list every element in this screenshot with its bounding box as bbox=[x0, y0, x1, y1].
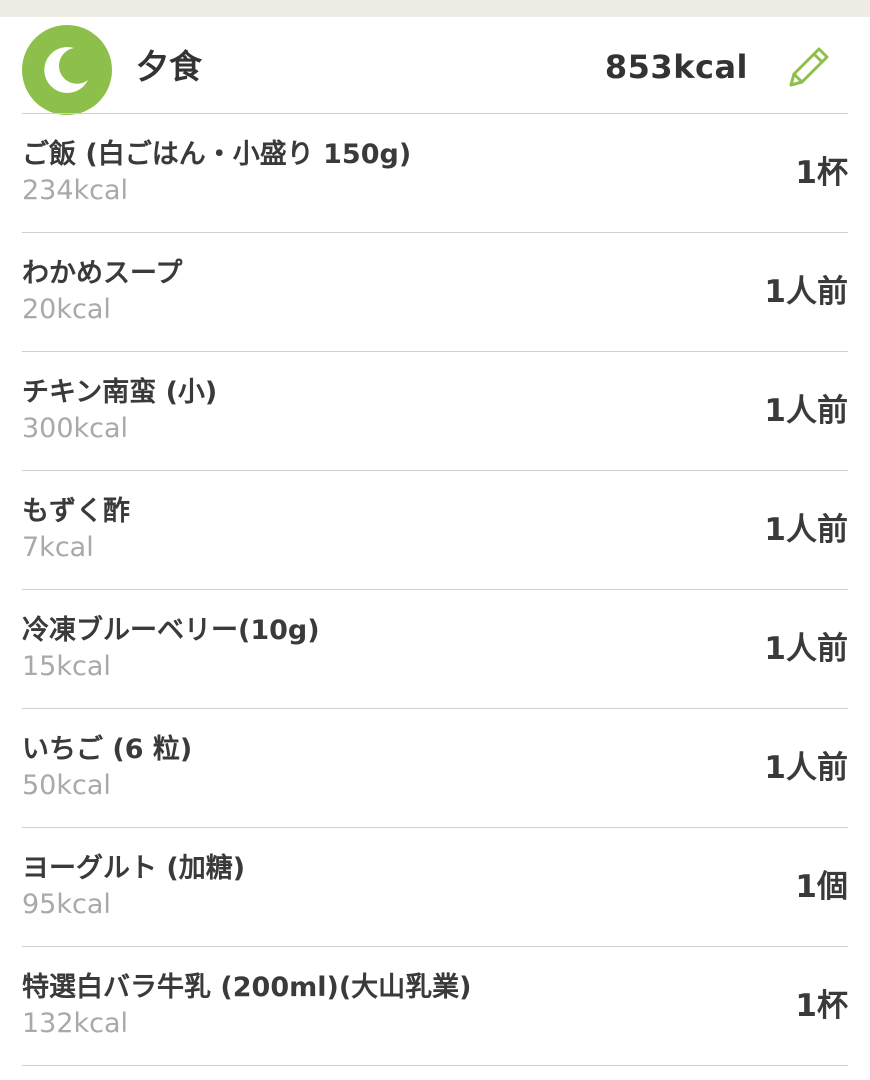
food-row[interactable]: ご飯 (白ごはん・小盛り 150g) 234kcal 1杯 bbox=[22, 113, 848, 232]
food-name: もずく酢 bbox=[22, 496, 130, 527]
food-row[interactable]: チキン南蛮 (小) 300kcal 1人前 bbox=[22, 351, 848, 470]
food-amount: 1人前 bbox=[764, 512, 848, 548]
food-row[interactable]: 特選白バラ牛乳 (200ml)(大山乳業) 132kcal 1杯 bbox=[22, 946, 848, 1066]
food-amount: 1人前 bbox=[764, 750, 848, 786]
food-name: 冷凍ブルーベリー(10g) bbox=[22, 615, 320, 646]
food-name: いちご (6 粒) bbox=[22, 734, 193, 765]
food-name: わかめスープ bbox=[22, 258, 183, 289]
food-amount: 1杯 bbox=[795, 988, 848, 1024]
food-amount: 1杯 bbox=[795, 155, 848, 191]
food-amount: 1人前 bbox=[764, 393, 848, 429]
food-amount: 1人前 bbox=[764, 631, 848, 667]
food-amount: 1個 bbox=[795, 869, 848, 905]
food-name: ご飯 (白ごはん・小盛り 150g) bbox=[22, 139, 412, 170]
food-row[interactable]: 冷凍ブルーベリー(10g) 15kcal 1人前 bbox=[22, 589, 848, 708]
food-kcal: 95kcal bbox=[22, 889, 111, 920]
meal-title: 夕食 bbox=[136, 47, 202, 86]
food-kcal: 7kcal bbox=[22, 532, 94, 563]
pencil-icon bbox=[789, 47, 829, 87]
food-kcal: 234kcal bbox=[22, 175, 129, 206]
food-row[interactable]: ヨーグルト (加糖) 95kcal 1個 bbox=[22, 827, 848, 946]
food-kcal: 132kcal bbox=[22, 1008, 129, 1039]
moon-icon bbox=[22, 25, 112, 115]
food-kcal: 20kcal bbox=[22, 294, 111, 325]
food-row[interactable]: いちご (6 粒) 50kcal 1人前 bbox=[22, 708, 848, 827]
meal-total-kcal: 853kcal bbox=[604, 48, 748, 86]
food-row[interactable]: わかめスープ 20kcal 1人前 bbox=[22, 232, 848, 351]
meal-header: 夕食 853kcal bbox=[0, 17, 870, 115]
food-name: 特選白バラ牛乳 (200ml)(大山乳業) bbox=[22, 972, 472, 1003]
edit-button[interactable] bbox=[783, 41, 835, 93]
top-strip bbox=[0, 0, 870, 17]
food-kcal: 50kcal bbox=[22, 770, 111, 801]
food-name: チキン南蛮 (小) bbox=[22, 377, 218, 408]
food-list: ご飯 (白ごはん・小盛り 150g) 234kcal 1杯 わかめスープ 20k… bbox=[22, 113, 848, 1066]
food-row[interactable]: もずく酢 7kcal 1人前 bbox=[22, 470, 848, 589]
food-kcal: 300kcal bbox=[22, 413, 129, 444]
food-amount: 1人前 bbox=[764, 274, 848, 310]
food-kcal: 15kcal bbox=[22, 651, 111, 682]
food-name: ヨーグルト (加糖) bbox=[22, 853, 246, 884]
